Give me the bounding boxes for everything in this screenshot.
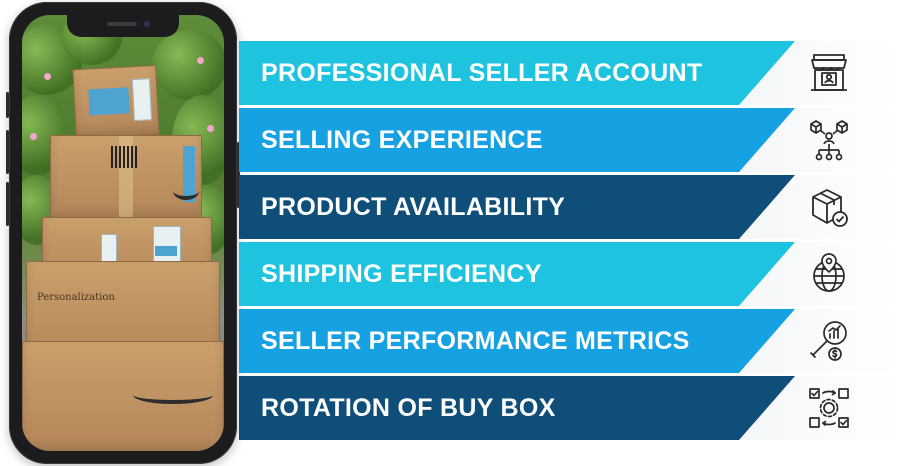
phone-side-button (6, 92, 9, 118)
storefront-icon (805, 49, 853, 97)
flower (30, 133, 37, 140)
cardboard-box (50, 135, 202, 219)
box-label (101, 234, 117, 262)
box-barcode (111, 146, 137, 168)
magnifier-chart-icon (805, 317, 853, 365)
box-logo (133, 386, 213, 404)
banner-row-selling-experience: SELLING EXPERIENCE (239, 108, 899, 172)
phone-volume-up-button (6, 130, 9, 174)
rotation-gear-icon (805, 384, 853, 432)
banner-row-shipping-efficiency: SHIPPING EFFICIENCY (239, 242, 899, 306)
phone-camera (144, 21, 150, 27)
box-label (88, 87, 130, 116)
banner-label: SHIPPING EFFICIENCY (261, 260, 542, 288)
box-check-icon (805, 183, 853, 231)
phone-notch (67, 15, 179, 37)
box-label (131, 78, 152, 122)
phone-mockup: Personalization (6, 2, 240, 464)
banner-row-seller-performance-metrics: SELLER PERFORMANCE METRICS (239, 309, 899, 373)
box-print-text: Personalization (37, 292, 115, 303)
banner-row-rotation-of-buy-box: ROTATION OF BUY BOX (239, 376, 899, 440)
flower (197, 57, 204, 64)
box-label (155, 246, 177, 256)
network-boxes-icon (805, 116, 853, 164)
flower (207, 125, 214, 132)
banner-label: SELLING EXPERIENCE (261, 126, 543, 154)
foliage (152, 30, 224, 100)
flower (44, 73, 51, 80)
banner-row-professional-seller-account: PROFESSIONAL SELLER ACCOUNT (239, 41, 899, 105)
banner-row-product-availability: PRODUCT AVAILABILITY (239, 175, 899, 239)
phone-screen-photo: Personalization (22, 15, 224, 451)
cardboard-box (72, 64, 160, 140)
globe-pin-icon (805, 250, 853, 298)
box-logo (173, 182, 199, 200)
phone-volume-down-button (6, 182, 9, 226)
banner-label: ROTATION OF BUY BOX (261, 394, 556, 422)
cardboard-box (22, 341, 224, 451)
banner-label: SELLER PERFORMANCE METRICS (261, 327, 690, 355)
banner-label: PROFESSIONAL SELLER ACCOUNT (261, 59, 703, 87)
phone-speaker (107, 22, 137, 26)
banner-label: PRODUCT AVAILABILITY (261, 193, 566, 221)
